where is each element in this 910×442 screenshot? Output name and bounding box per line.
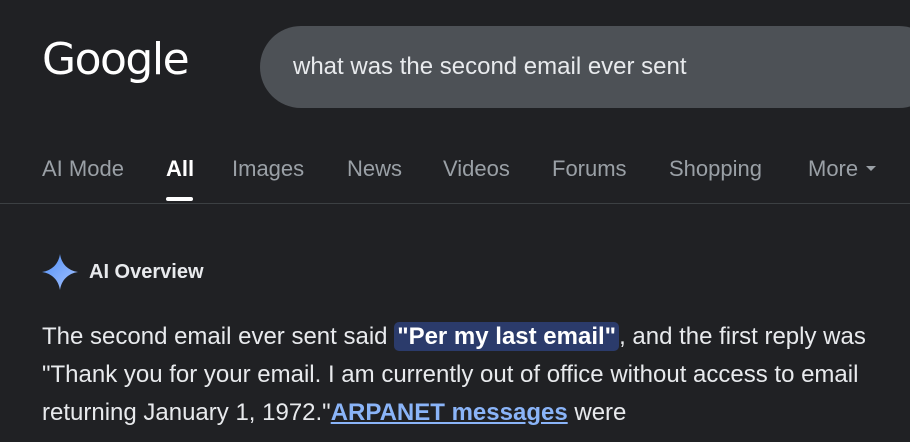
tab-images[interactable]: Images <box>232 156 304 182</box>
ai-overview-header: AI Overview <box>42 254 204 290</box>
overview-text-end: were <box>567 399 627 426</box>
tab-more-label: More <box>808 156 859 181</box>
sparkle-icon <box>42 254 78 290</box>
ai-overview-text: The second email ever sent said "Per my … <box>42 318 902 432</box>
active-tab-indicator <box>166 197 193 201</box>
ai-overview-title: AI Overview <box>89 260 204 283</box>
search-box[interactable] <box>260 26 910 108</box>
tab-forums[interactable]: Forums <box>552 156 627 182</box>
caret-down-icon <box>866 165 877 171</box>
tab-videos[interactable]: Videos <box>443 156 510 182</box>
tab-news[interactable]: News <box>347 156 402 182</box>
tab-ai-mode[interactable]: AI Mode <box>42 156 124 182</box>
arpanet-messages-link[interactable]: ARPANET messages <box>331 399 568 426</box>
highlighted-answer[interactable]: "Per my last email" <box>394 322 620 351</box>
overview-text-intro: The second email ever sent said <box>42 323 395 350</box>
google-logo[interactable]: Google <box>42 38 190 82</box>
tab-more[interactable]: More <box>808 156 877 182</box>
search-tabs: AI Mode All Images News Videos Forums Sh… <box>0 146 910 204</box>
search-input[interactable] <box>293 53 893 81</box>
tab-all[interactable]: All <box>166 156 194 182</box>
tab-shopping[interactable]: Shopping <box>669 156 762 182</box>
